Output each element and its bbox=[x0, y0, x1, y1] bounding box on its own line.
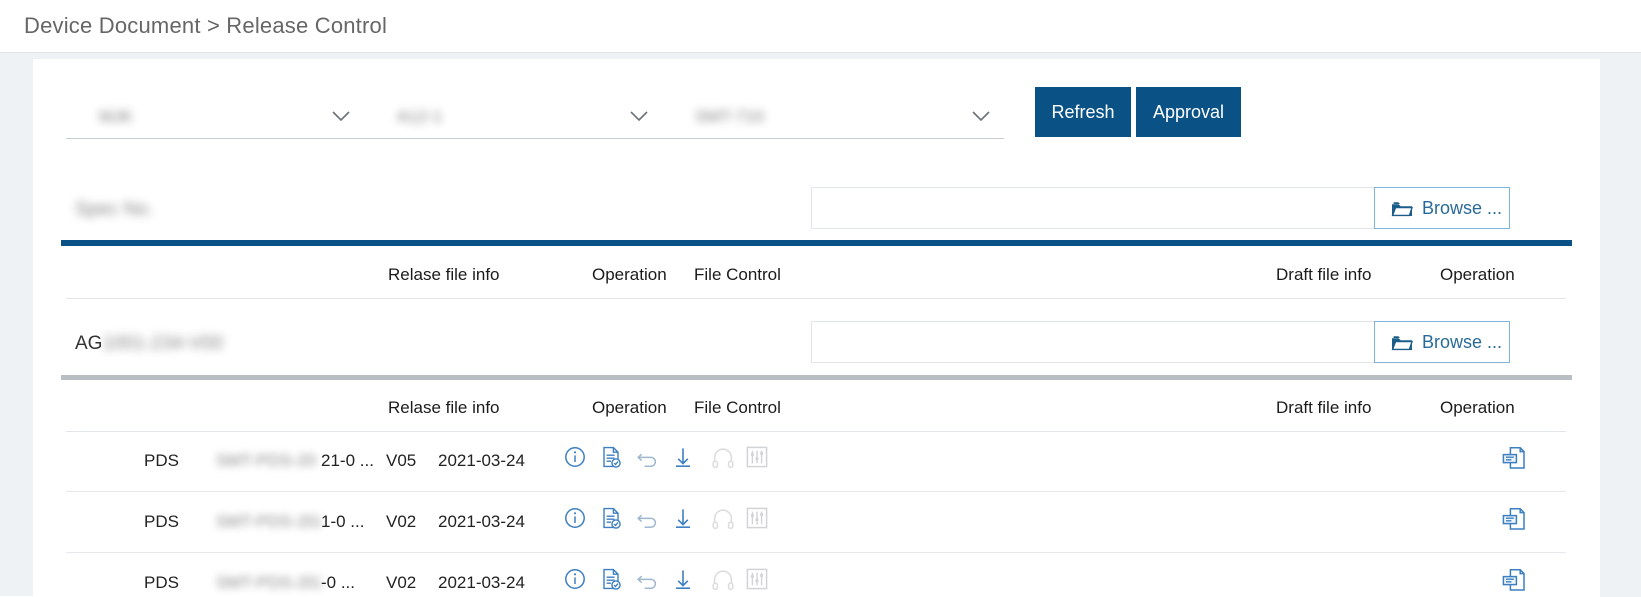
right-gutter bbox=[1600, 53, 1641, 597]
release-column-headers: Relase file info Operation File Control … bbox=[66, 254, 1566, 299]
filter-bar: MJK A12-1 SMT-710 Refresh Approval bbox=[33, 83, 1600, 151]
line-select[interactable]: A12-1 bbox=[364, 93, 662, 139]
header-relase-file-info: Relase file info bbox=[388, 398, 500, 417]
machine-select-value: SMT-710 bbox=[695, 107, 764, 126]
draft-upload-row: AG1001-234-V00 Browse ... bbox=[33, 319, 1600, 375]
cell-type: PDS bbox=[144, 451, 179, 470]
approval-button[interactable]: Approval bbox=[1136, 87, 1241, 137]
row-file-control bbox=[711, 567, 769, 591]
chevron-down-icon bbox=[332, 111, 350, 122]
table-row[interactable]: PDS SMT-PDS-2021 1-0 ... V02 2021-03-24 bbox=[66, 492, 1566, 553]
header-draft-file-info: Draft file info bbox=[1276, 398, 1372, 417]
cell-file-tail: 1-0 ... bbox=[321, 512, 365, 531]
breadcrumb-text: Device Document > Release Control bbox=[24, 13, 388, 38]
cell-file-redacted: SMT-PDS-2021 bbox=[216, 512, 321, 531]
cell-file-redacted: SMT-PDS-20 bbox=[216, 451, 317, 470]
table-row[interactable]: PDS SMT-PDS-20 21-0 ... V05 2021-03-24 bbox=[66, 431, 1566, 492]
release-upload-label: Spec No. bbox=[75, 199, 153, 221]
draft-upload-label-value: 1001-234-V00 bbox=[102, 333, 223, 354]
header-draft-file-info: Draft file info bbox=[1276, 265, 1372, 284]
header-file-control: File Control bbox=[694, 265, 781, 284]
row-file-control bbox=[711, 445, 769, 469]
header-operation-right: Operation bbox=[1440, 265, 1515, 284]
release-upload-row: Spec No. Browse ... bbox=[33, 185, 1600, 241]
draft-browse-label: Browse ... bbox=[1422, 331, 1503, 352]
release-browse-button[interactable]: Browse ... bbox=[1374, 187, 1510, 229]
document-check-icon[interactable] bbox=[599, 567, 623, 591]
cell-version: V02 bbox=[386, 512, 417, 531]
cell-date: 2021-03-24 bbox=[438, 573, 525, 592]
cell-date: 2021-03-24 bbox=[438, 451, 525, 470]
draft-upload-label: AG1001-234-V00 bbox=[75, 333, 223, 355]
cell-version: V05 bbox=[386, 451, 417, 470]
row-file-control bbox=[711, 506, 769, 530]
release-control-page: Device Document > Release Control MJK A1… bbox=[0, 0, 1641, 597]
headphone-icon[interactable] bbox=[711, 506, 735, 530]
draft-file-input[interactable] bbox=[811, 321, 1375, 363]
document-check-icon[interactable] bbox=[599, 506, 623, 530]
info-icon[interactable] bbox=[563, 567, 587, 591]
info-icon[interactable] bbox=[563, 445, 587, 469]
undo-icon[interactable] bbox=[635, 506, 659, 530]
copy-document-icon[interactable] bbox=[1501, 506, 1527, 532]
header-operation-left: Operation bbox=[592, 398, 667, 417]
release-browse-label: Browse ... bbox=[1422, 197, 1503, 218]
cell-file-redacted: SMT-PDS-2021 bbox=[216, 573, 321, 592]
plant-select-value: MJK bbox=[99, 107, 133, 126]
row-operations bbox=[563, 567, 695, 591]
download-icon[interactable] bbox=[671, 506, 695, 530]
machine-select[interactable]: SMT-710 bbox=[662, 93, 1004, 139]
copy-document-icon[interactable] bbox=[1501, 567, 1527, 593]
download-icon[interactable] bbox=[671, 567, 695, 591]
row-operations bbox=[563, 445, 695, 469]
sliders-icon[interactable] bbox=[745, 567, 769, 591]
headphone-icon[interactable] bbox=[711, 567, 735, 591]
folder-icon bbox=[1391, 200, 1413, 217]
cell-file-tail: -0 ... bbox=[321, 573, 356, 592]
draft-column-headers: Relase file info Operation File Control … bbox=[66, 387, 1566, 432]
cell-date: 2021-03-24 bbox=[438, 512, 525, 531]
content-card: MJK A12-1 SMT-710 Refresh Approval Spec … bbox=[33, 59, 1600, 597]
release-upload-label-value: Spec No. bbox=[75, 199, 154, 220]
cell-version: V02 bbox=[386, 573, 417, 592]
copy-document-icon[interactable] bbox=[1501, 445, 1527, 471]
info-icon[interactable] bbox=[563, 506, 587, 530]
folder-icon bbox=[1391, 334, 1413, 351]
undo-icon[interactable] bbox=[635, 567, 659, 591]
chevron-down-icon bbox=[630, 111, 648, 122]
breadcrumb: Device Document > Release Control bbox=[0, 0, 1641, 52]
table-row[interactable]: PDS SMT-PDS-2021 -0 ... V02 2021-03-24 bbox=[66, 553, 1566, 597]
sliders-icon[interactable] bbox=[745, 506, 769, 530]
section-divider-blue bbox=[61, 240, 1572, 246]
release-file-input[interactable] bbox=[811, 187, 1375, 229]
undo-icon[interactable] bbox=[635, 445, 659, 469]
cell-type: PDS bbox=[144, 512, 179, 531]
refresh-button[interactable]: Refresh bbox=[1035, 87, 1131, 137]
row-operations bbox=[563, 506, 695, 530]
section-divider-grey bbox=[61, 375, 1572, 380]
header-operation-left: Operation bbox=[592, 265, 667, 284]
page-shell: MJK A12-1 SMT-710 Refresh Approval Spec … bbox=[0, 52, 1641, 597]
document-check-icon[interactable] bbox=[599, 445, 623, 469]
chevron-down-icon bbox=[972, 111, 990, 122]
header-file-control: File Control bbox=[694, 398, 781, 417]
cell-type: PDS bbox=[144, 573, 179, 592]
headphone-icon[interactable] bbox=[711, 445, 735, 469]
line-select-value: A12-1 bbox=[397, 107, 443, 126]
header-relase-file-info: Relase file info bbox=[388, 265, 500, 284]
sliders-icon[interactable] bbox=[745, 445, 769, 469]
plant-select[interactable]: MJK bbox=[66, 93, 364, 139]
cell-file-tail: 21-0 ... bbox=[321, 451, 374, 470]
file-table: PDS SMT-PDS-20 21-0 ... V05 2021-03-24 P… bbox=[66, 431, 1566, 597]
draft-upload-label-prefix: AG bbox=[75, 333, 103, 354]
download-icon[interactable] bbox=[671, 445, 695, 469]
header-operation-right: Operation bbox=[1440, 398, 1515, 417]
draft-browse-button[interactable]: Browse ... bbox=[1374, 321, 1510, 363]
